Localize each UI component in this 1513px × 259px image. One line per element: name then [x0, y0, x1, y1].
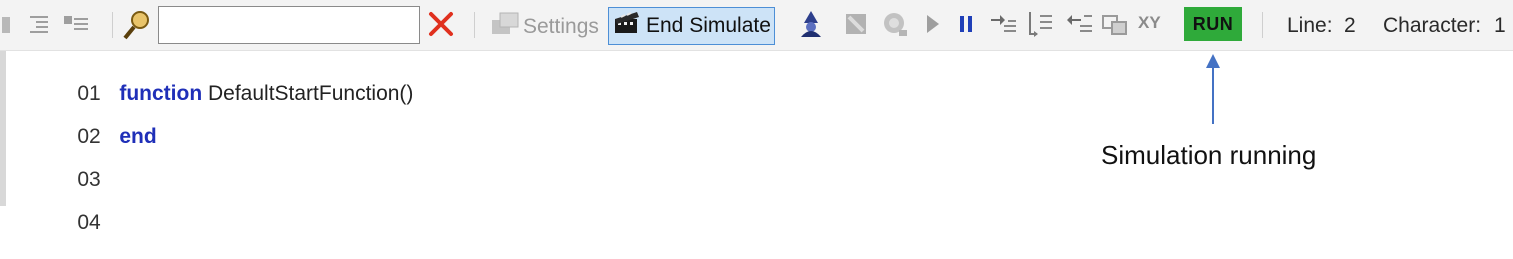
end-simulate-icon: [613, 10, 641, 42]
step-out-icon[interactable]: [1064, 11, 1094, 43]
record-icon[interactable]: [880, 10, 910, 44]
watch-icon[interactable]: [1100, 10, 1130, 44]
character-label: Character:: [1383, 14, 1482, 37]
pause-icon[interactable]: [958, 14, 976, 40]
character-value: 1: [1494, 14, 1506, 37]
clear-search-icon[interactable]: [428, 11, 454, 43]
end-simulate-label: End Simulate: [646, 14, 771, 37]
wizard-icon[interactable]: [796, 9, 826, 45]
line-number: 04: [77, 211, 101, 234]
code-text: DefaultStartFunction(): [208, 82, 414, 105]
line-label: Line:: [1287, 14, 1333, 37]
code-line[interactable]: 04: [54, 187, 119, 259]
annotation-arrow: [1206, 54, 1220, 124]
line-value: 2: [1344, 14, 1356, 37]
comment-icon[interactable]: [62, 13, 90, 41]
indent-icon[interactable]: [0, 14, 14, 42]
search-icon[interactable]: [122, 9, 152, 47]
step-into-icon[interactable]: [988, 11, 1018, 43]
toolbar: Settings End Simulate XY RUN Line: 2 Cha…: [0, 0, 1513, 51]
search-input[interactable]: [158, 6, 420, 44]
outdent-icon[interactable]: [28, 13, 50, 41]
settings-label: Settings: [523, 15, 599, 38]
end-simulate-button[interactable]: End Simulate: [608, 7, 775, 45]
step-over-icon[interactable]: [1025, 9, 1055, 45]
play-icon[interactable]: [924, 13, 942, 41]
code-editor[interactable]: 01 function DefaultStartFunction() 02 end …: [0, 51, 1513, 234]
code-keyword: end: [119, 125, 157, 148]
toolbar-separator: [112, 12, 113, 38]
toolbar-separator: [474, 12, 475, 38]
toolbar-separator: [1262, 12, 1263, 38]
xy-button[interactable]: XY: [1138, 13, 1161, 33]
settings-button[interactable]: Settings: [490, 10, 599, 44]
stop-icon[interactable]: [842, 10, 870, 44]
annotation-label: Simulation running: [1101, 140, 1317, 170]
run-status-badge: RUN: [1184, 7, 1242, 41]
settings-icon: [490, 10, 520, 44]
